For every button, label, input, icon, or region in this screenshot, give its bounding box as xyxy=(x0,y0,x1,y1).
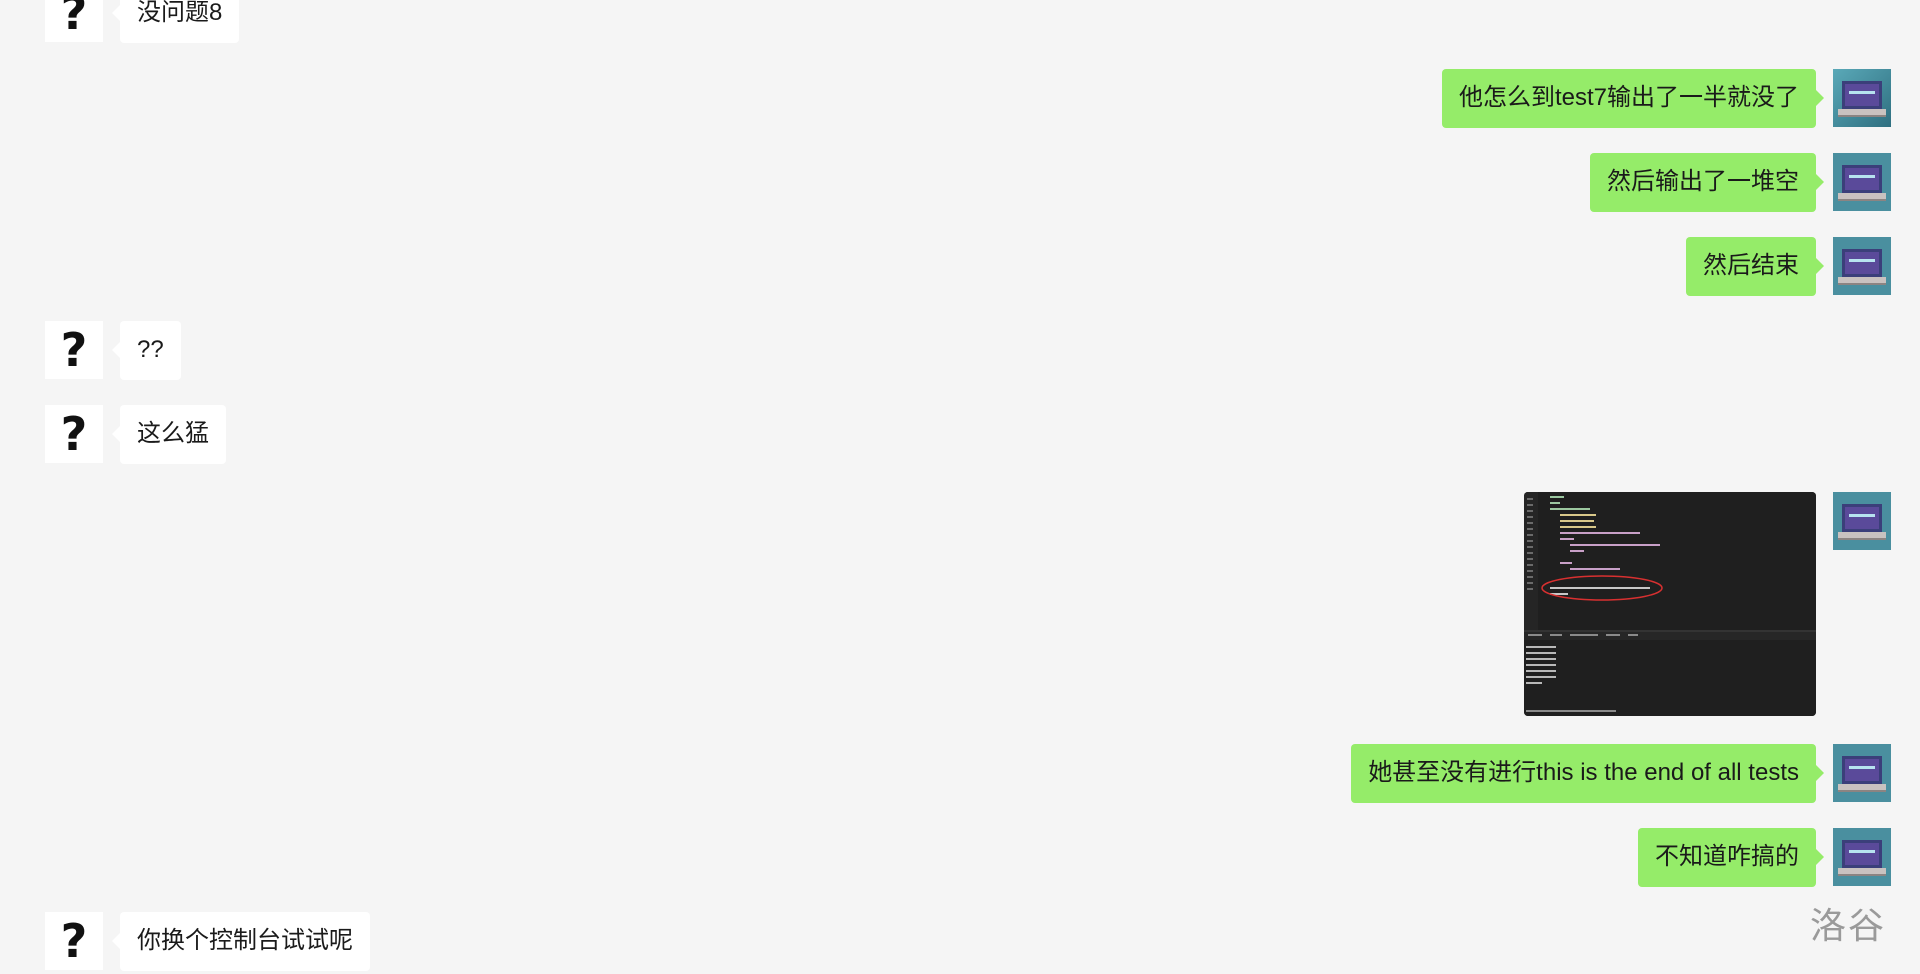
message-row: 他怎么到test7输出了一半就没了 xyxy=(1441,69,1891,128)
chat-window: ? 没问题8 他怎么到test7输出了一半就没了 然后输出了一堆空 然后结束 ?… xyxy=(0,0,1920,974)
message-bubble[interactable]: 这么猛 xyxy=(112,405,226,464)
message-row xyxy=(1524,492,1891,716)
message-row: 然后结束 xyxy=(1686,237,1891,296)
question-avatar-icon[interactable]: ? xyxy=(45,0,103,42)
code-screenshot-image[interactable] xyxy=(1524,492,1816,716)
code-editor-thumbnail xyxy=(1524,492,1816,716)
laptop-avatar-icon[interactable] xyxy=(1833,492,1891,550)
laptop-avatar-icon[interactable] xyxy=(1833,744,1891,802)
message-bubble[interactable]: 然后结束 xyxy=(1686,237,1824,296)
message-bubble[interactable]: 然后输出了一堆空 xyxy=(1590,153,1824,212)
laptop-avatar-icon[interactable] xyxy=(1833,153,1891,211)
message-row: 然后输出了一堆空 xyxy=(1590,153,1891,212)
message-row: 不知道咋搞的 xyxy=(1638,828,1891,887)
question-avatar-icon[interactable]: ? xyxy=(45,405,103,463)
laptop-avatar-icon[interactable] xyxy=(1833,69,1891,127)
message-bubble[interactable]: 没问题8 xyxy=(111,0,240,43)
message-bubble[interactable]: 你换个控制台试试呢 xyxy=(112,912,370,971)
question-avatar-icon[interactable]: ? xyxy=(45,321,103,379)
message-row: ? 这么猛 xyxy=(45,405,226,464)
laptop-avatar-icon[interactable] xyxy=(1833,828,1891,886)
laptop-avatar-icon[interactable] xyxy=(1833,237,1891,295)
message-bubble[interactable]: 他怎么到test7输出了一半就没了 xyxy=(1441,69,1825,128)
message-row: ? ?? xyxy=(45,321,181,380)
message-bubble[interactable]: 她甚至没有进行this is the end of all tests xyxy=(1351,744,1824,803)
message-row: 她甚至没有进行this is the end of all tests xyxy=(1351,744,1891,803)
luogu-watermark: 洛谷 xyxy=(1809,905,1886,946)
message-row: ? 没问题8 xyxy=(45,0,240,43)
message-row: ? 你换个控制台试试呢 xyxy=(45,912,370,971)
question-avatar-icon[interactable]: ? xyxy=(45,912,103,970)
message-bubble[interactable]: ?? xyxy=(112,321,181,380)
message-bubble[interactable]: 不知道咋搞的 xyxy=(1638,828,1824,887)
